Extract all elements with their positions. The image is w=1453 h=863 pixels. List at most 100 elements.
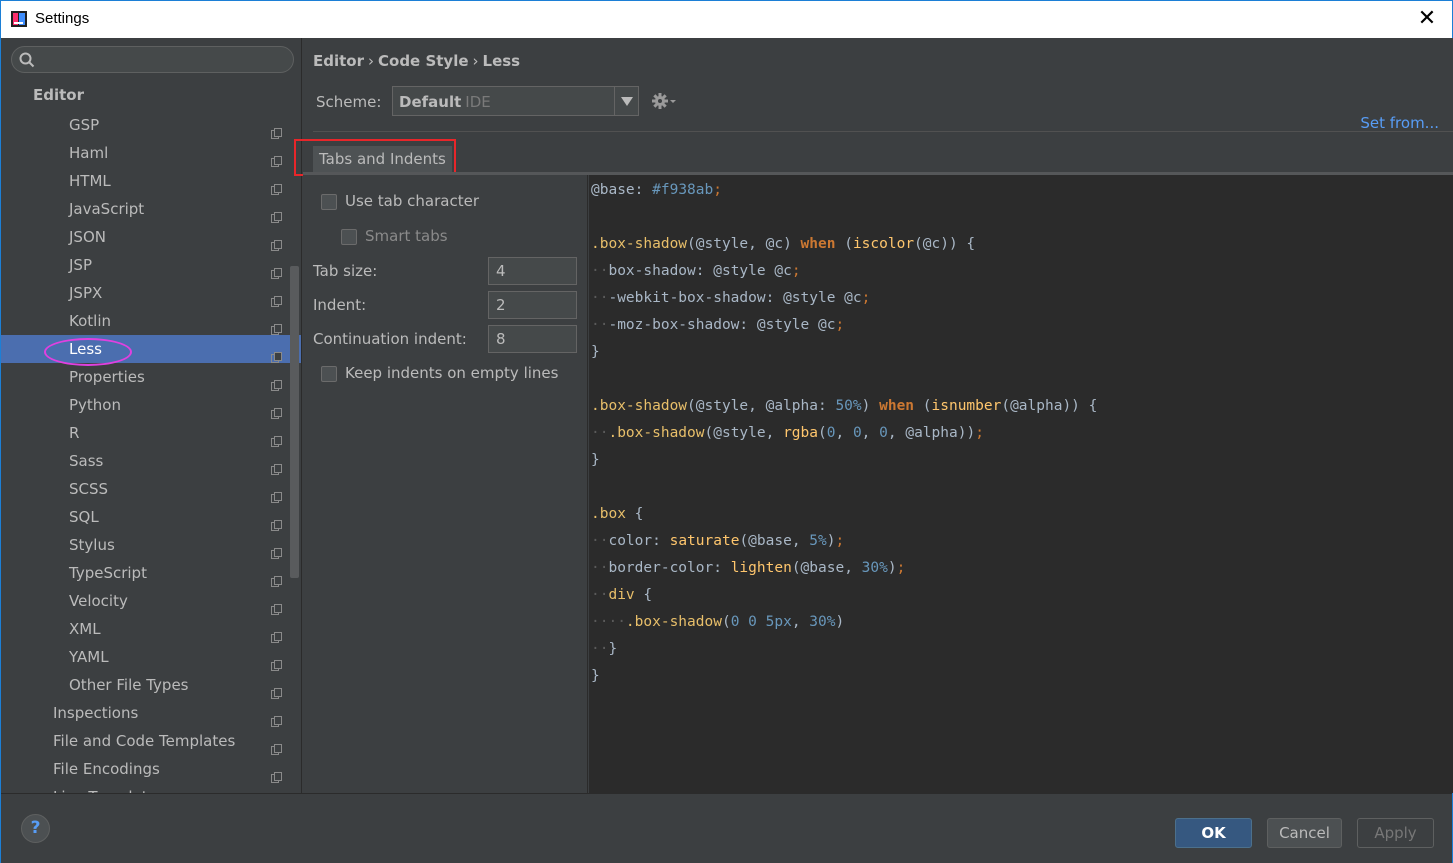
copy-icon <box>271 736 282 755</box>
sidebar-section-editor[interactable]: Editor <box>33 86 84 104</box>
sidebar-item-file-encodings[interactable]: File Encodings <box>1 755 289 783</box>
indent-label: Indent: <box>313 296 367 314</box>
scheme-name: Default <box>399 93 462 111</box>
annotation-highlight-box <box>294 139 456 176</box>
sidebar-item-kotlin[interactable]: Kotlin <box>1 307 289 335</box>
use-tab-checkbox[interactable] <box>321 194 337 210</box>
copy-icon <box>271 400 282 419</box>
continuation-indent-field[interactable]: 8 <box>488 325 577 353</box>
annotation-ellipse <box>44 338 132 366</box>
copy-icon <box>271 372 282 391</box>
sidebar-item-scss[interactable]: SCSS <box>1 475 289 503</box>
breadcrumb: Editor › Code Style › Less <box>313 52 520 70</box>
keep-indents-label: Keep indents on empty lines <box>345 364 559 382</box>
use-tab-label: Use tab character <box>345 192 479 210</box>
code-line: } <box>591 452 600 468</box>
copy-icon <box>271 204 282 223</box>
sidebar-item-label: Sass <box>69 452 104 470</box>
keep-indents-checkbox[interactable] <box>321 366 337 382</box>
breadcrumb-item: Editor <box>313 52 364 70</box>
scheme-dropdown[interactable]: Default IDE <box>392 86 639 116</box>
sidebar-item-label: Kotlin <box>69 312 111 330</box>
sidebar-item-properties[interactable]: Properties <box>1 363 289 391</box>
sidebar-item-velocity[interactable]: Velocity <box>1 587 289 615</box>
cancel-button[interactable]: Cancel <box>1267 818 1342 848</box>
ok-button[interactable]: OK <box>1175 818 1252 848</box>
divider <box>313 131 1453 132</box>
sidebar-item-label: TypeScript <box>69 564 147 582</box>
breadcrumb-item: Less <box>482 52 521 70</box>
sidebar-item-other-file-types[interactable]: Other File Types <box>1 671 289 699</box>
apply-button[interactable]: Apply <box>1357 818 1434 848</box>
copy-icon <box>271 176 282 195</box>
sidebar-item-typescript[interactable]: TypeScript <box>1 559 289 587</box>
sidebar-item-sass[interactable]: Sass <box>1 447 289 475</box>
sidebar-item-inspections[interactable]: Inspections <box>1 699 289 727</box>
copy-icon <box>271 540 282 559</box>
gear-icon[interactable] <box>651 91 677 111</box>
sidebar-item-label: JSP <box>69 256 92 274</box>
set-from-link[interactable]: Set from... <box>1360 114 1439 132</box>
breadcrumb-separator: › <box>472 52 479 70</box>
chevron-down-icon[interactable] <box>614 87 638 115</box>
code-line: ··box-shadow: @style @c; <box>591 263 801 279</box>
bottom-bar: ? OK Cancel Apply <box>1 793 1452 863</box>
sidebar-item-stylus[interactable]: Stylus <box>1 531 289 559</box>
copy-icon <box>271 512 282 531</box>
copy-icon <box>271 484 282 503</box>
code-line: ··border-color: lighten(@base, 30%); <box>591 560 906 576</box>
sidebar-item-label: Live Templates <box>53 783 165 793</box>
scheme-suffix: IDE <box>465 93 491 111</box>
copy-icon <box>271 680 282 699</box>
copy-icon <box>271 568 282 587</box>
sidebar-item-label: SQL <box>69 508 99 526</box>
sidebar-item-javascript[interactable]: JavaScript <box>1 195 289 223</box>
close-icon[interactable]: ✕ <box>1416 7 1438 31</box>
search-input[interactable] <box>11 46 294 73</box>
indent-field[interactable]: 2 <box>488 291 577 319</box>
copy-icon <box>271 708 282 727</box>
sidebar-item-file-and-code-templates[interactable]: File and Code Templates <box>1 727 289 755</box>
code-line: .box-shadow(@style, @alpha: 50%) when (i… <box>591 398 1098 414</box>
sidebar-item-jsp[interactable]: JSP <box>1 251 289 279</box>
sidebar-item-json[interactable]: JSON <box>1 223 289 251</box>
copy-icon <box>271 456 282 475</box>
help-button[interactable]: ? <box>21 814 50 843</box>
sidebar-item-python[interactable]: Python <box>1 391 289 419</box>
sidebar-item-r[interactable]: R <box>1 419 289 447</box>
sidebar-item-label: File and Code Templates <box>53 732 236 750</box>
sidebar-item-haml[interactable]: Haml <box>1 139 289 167</box>
sidebar-item-gsp[interactable]: GSP <box>1 111 289 139</box>
sidebar-item-label: GSP <box>69 116 100 134</box>
copy-icon <box>271 652 282 671</box>
window-title: Settings <box>35 10 90 27</box>
sidebar-item-label: Other File Types <box>69 676 189 694</box>
sidebar-item-sql[interactable]: SQL <box>1 503 289 531</box>
sidebar-item-html[interactable]: HTML <box>1 167 289 195</box>
sidebar-item-xml[interactable]: XML <box>1 615 289 643</box>
code-line: ··} <box>591 641 618 657</box>
scheme-value: Default IDE <box>399 93 491 111</box>
code-line: ··div { <box>591 587 653 603</box>
sidebar-item-label: JSON <box>69 228 106 246</box>
title-bar: Settings ✕ <box>0 0 1453 38</box>
sidebar-scrollbar[interactable] <box>290 266 299 578</box>
sidebar-item-label: R <box>69 424 80 442</box>
main-panel: Editor › Code Style › Less Scheme: Default ID… <box>294 38 1453 793</box>
copy-icon <box>271 764 282 783</box>
tab-bar: Tabs and Indents <box>294 138 1453 176</box>
code-line: @base: #f938ab; <box>591 182 722 198</box>
copy-icon <box>271 596 282 615</box>
sidebar-item-live-templates[interactable]: Live Templates <box>1 783 289 793</box>
code-line: ··.box-shadow(@style, rgba(0, 0, 0, @alp… <box>591 425 984 441</box>
sidebar-item-yaml[interactable]: YAML <box>1 643 289 671</box>
smart-tabs-checkbox[interactable] <box>341 229 357 245</box>
tab-size-field[interactable]: 4 <box>488 257 577 285</box>
sidebar-item-jspx[interactable]: JSPX <box>1 279 289 307</box>
code-line: ··-moz-box-shadow: @style @c; <box>591 317 845 333</box>
sidebar-item-label: Inspections <box>53 704 139 722</box>
copy-icon <box>271 316 282 335</box>
smart-tabs-label: Smart tabs <box>365 227 448 245</box>
copy-icon <box>271 344 282 363</box>
code-line: ··-webkit-box-shadow: @style @c; <box>591 290 871 306</box>
